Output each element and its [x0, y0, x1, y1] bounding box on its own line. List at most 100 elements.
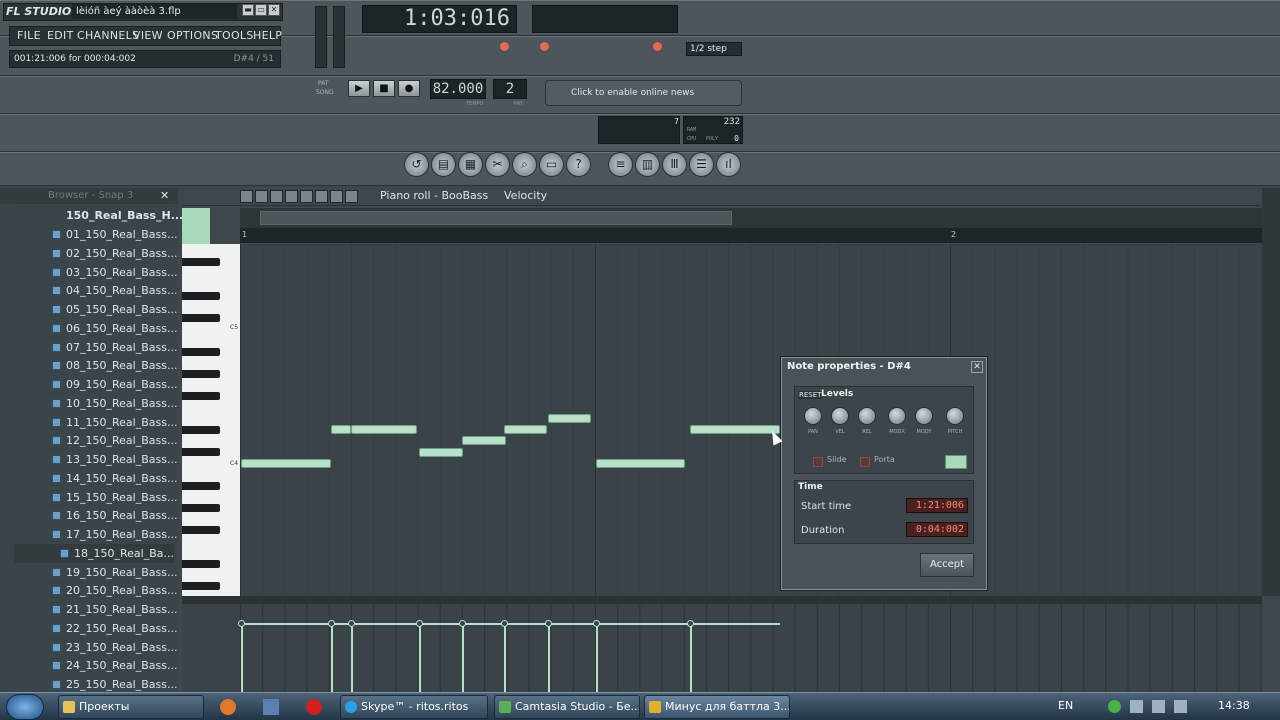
- battery-icon[interactable]: [1152, 700, 1165, 713]
- duration-value[interactable]: 0:04:002: [906, 522, 968, 537]
- cut-icon[interactable]: ✂: [485, 152, 510, 177]
- note[interactable]: [548, 414, 591, 423]
- find-icon[interactable]: ⌕: [512, 152, 537, 177]
- browser-item[interactable]: 06_150_Real_Bass...: [14, 319, 177, 338]
- taskbar-explorer[interactable]: Проекты: [58, 695, 204, 719]
- note-color-swatch[interactable]: [945, 455, 967, 469]
- menu-tools[interactable]: TOOLS: [215, 29, 254, 42]
- browser-item[interactable]: 21_150_Real_Bass...: [14, 600, 177, 619]
- browser-item[interactable]: 13_150_Real_Bass...: [14, 450, 177, 469]
- menu-channels[interactable]: CHANNELS: [77, 29, 139, 42]
- browser-item[interactable]: 18_150_Real_Ba...: [14, 543, 174, 563]
- slide-checkbox[interactable]: [813, 457, 823, 467]
- velocity-handle[interactable]: [416, 620, 423, 627]
- browser-item[interactable]: 09_150_Real_Bass...: [14, 375, 177, 394]
- browser-item[interactable]: 03_150_Real_Bass...: [14, 263, 177, 282]
- tempo-display[interactable]: 82.000: [430, 79, 486, 99]
- menu-help[interactable]: HELP: [253, 29, 282, 42]
- browser-item[interactable]: 22_150_Real_Bass...: [14, 619, 177, 638]
- record-led-icon[interactable]: [500, 42, 509, 51]
- black-key[interactable]: [182, 582, 220, 590]
- playlist-icon[interactable]: ≡: [608, 152, 633, 177]
- velocity-handle[interactable]: [501, 620, 508, 627]
- playback-tool-icon[interactable]: [345, 190, 358, 203]
- velocity-bar[interactable]: [462, 624, 464, 692]
- note[interactable]: [351, 425, 417, 434]
- close-button[interactable]: ✕: [268, 4, 280, 16]
- online-news-box[interactable]: Click to enable online news: [545, 80, 742, 106]
- black-key[interactable]: [182, 314, 220, 322]
- browser-item[interactable]: 14_150_Real_Bass...: [14, 469, 177, 488]
- pitch-knob[interactable]: [946, 407, 964, 425]
- browser-item[interactable]: 19_150_Real_Bass...: [14, 563, 177, 582]
- browser-item[interactable]: 20_150_Real_Bass...: [14, 581, 177, 600]
- black-key[interactable]: [182, 392, 220, 400]
- note[interactable]: [596, 459, 685, 468]
- menu-options[interactable]: OPTIONS: [167, 29, 218, 42]
- language-indicator[interactable]: EN: [1058, 699, 1073, 712]
- velocity-handle[interactable]: [687, 620, 694, 627]
- velocity-bar[interactable]: [241, 624, 243, 692]
- dialog-close-icon[interactable]: ✕: [971, 361, 983, 373]
- horizontal-scrollbar[interactable]: [260, 211, 732, 225]
- note[interactable]: [419, 448, 463, 457]
- note[interactable]: [462, 436, 506, 445]
- black-key[interactable]: [182, 348, 220, 356]
- note[interactable]: [241, 459, 331, 468]
- browser-folder[interactable]: 150_Real_Bass_H...: [14, 206, 183, 225]
- browser-item[interactable]: 01_150_Real_Bass...: [14, 225, 177, 244]
- disk-icon[interactable]: [263, 699, 279, 715]
- velocity-handle[interactable]: [459, 620, 466, 627]
- black-key[interactable]: [182, 482, 220, 490]
- browser-item[interactable]: 23_150_Real_Bass...: [14, 638, 177, 657]
- velocity-handle[interactable]: [593, 620, 600, 627]
- project-info-icon[interactable]: ▭: [539, 152, 564, 177]
- taskbar-flstudio[interactable]: Минус для баттла 3....: [644, 695, 790, 719]
- minimize-button[interactable]: ▬: [242, 4, 254, 16]
- event-mode-select[interactable]: Velocity: [504, 189, 547, 202]
- taskbar-camtasia[interactable]: Camtasia Studio - Бе...: [494, 695, 640, 719]
- black-key[interactable]: [182, 448, 220, 456]
- snap-step-select[interactable]: 1/2 step: [686, 42, 742, 56]
- zoom-tool-icon[interactable]: [330, 190, 343, 203]
- black-key[interactable]: [182, 504, 220, 512]
- piano-roll-title[interactable]: Piano roll - BooBass: [380, 189, 488, 202]
- velocity-handle[interactable]: [328, 620, 335, 627]
- velocity-bar[interactable]: [351, 624, 353, 692]
- mute-tool-icon[interactable]: [285, 190, 298, 203]
- rel-knob[interactable]: [858, 407, 876, 425]
- velocity-bar[interactable]: [419, 624, 421, 692]
- save-icon[interactable]: ▤: [431, 152, 456, 177]
- browser-item[interactable]: 11_150_Real_Bass...: [14, 413, 177, 432]
- browser-item[interactable]: 07_150_Real_Bass...: [14, 338, 177, 357]
- browser-item[interactable]: 17_150_Real_Bass...: [14, 525, 177, 544]
- update-icon[interactable]: [1108, 700, 1121, 713]
- velocity-bar[interactable]: [690, 624, 692, 692]
- start-time-value[interactable]: 1:21:006: [906, 498, 968, 513]
- slice-tool-icon[interactable]: [300, 190, 313, 203]
- browser-item[interactable]: 05_150_Real_Bass...: [14, 300, 177, 319]
- velocity-bar[interactable]: [548, 624, 550, 692]
- help-icon[interactable]: ?: [566, 152, 591, 177]
- vel-knob[interactable]: [831, 407, 849, 425]
- play-button[interactable]: ▶: [348, 80, 370, 97]
- browser-item[interactable]: 10_150_Real_Bass...: [14, 394, 177, 413]
- undo-icon[interactable]: ↺: [404, 152, 429, 177]
- browser-icon[interactable]: ☰: [689, 152, 714, 177]
- mody-knob[interactable]: [915, 407, 933, 425]
- menu-edit[interactable]: EDIT: [47, 29, 74, 42]
- velocity-handle[interactable]: [545, 620, 552, 627]
- velocity-bar[interactable]: [504, 624, 506, 692]
- modx-knob[interactable]: [888, 407, 906, 425]
- clock[interactable]: 14:38: [1218, 699, 1250, 712]
- velocity-divider[interactable]: [182, 596, 1262, 604]
- piano-roll-icon[interactable]: Ⅲ: [662, 152, 687, 177]
- pattern-display[interactable]: 2: [493, 79, 527, 99]
- black-key[interactable]: [182, 370, 220, 378]
- pan-knob[interactable]: [804, 407, 822, 425]
- start-button[interactable]: [6, 694, 44, 720]
- velocity-bar[interactable]: [331, 624, 333, 692]
- time-display[interactable]: 1:03:016: [362, 5, 517, 33]
- taskbar-skype[interactable]: Skype™ - ritos.ritos: [340, 695, 488, 719]
- browser-item[interactable]: 04_150_Real_Bass...: [14, 281, 177, 300]
